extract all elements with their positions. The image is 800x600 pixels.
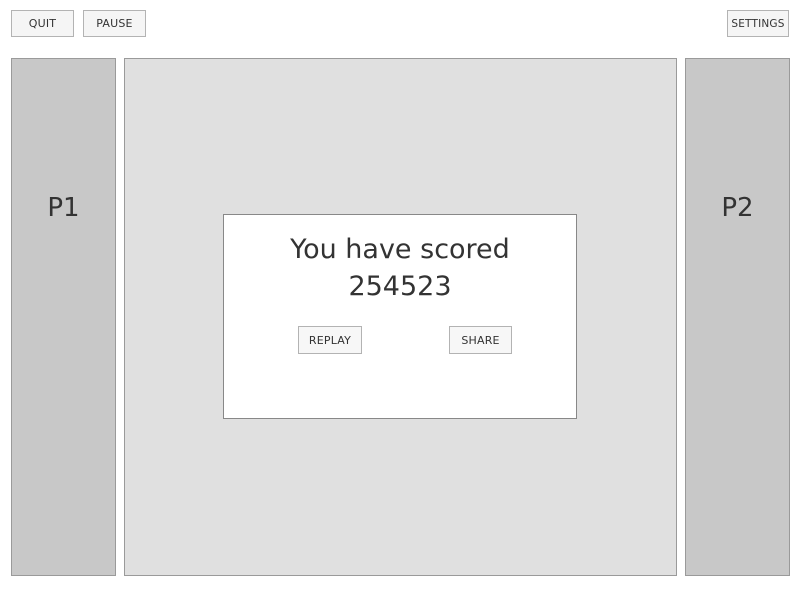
game-screen: QUIT PAUSE SETTINGS P1 P2 You have score… [0,0,800,600]
player-2-label: P2 [721,193,754,223]
replay-button[interactable]: REPLAY [298,326,362,354]
share-button[interactable]: SHARE [449,326,512,354]
player-1-panel: P1 [11,58,116,576]
pause-button[interactable]: PAUSE [83,10,146,37]
settings-button[interactable]: SETTINGS [727,10,789,37]
score-dialog-title: You have scored [290,234,510,265]
score-dialog: You have scored 254523 REPLAY SHARE [223,214,577,419]
score-value: 254523 [348,271,452,302]
player-1-label: P1 [47,193,80,223]
player-2-panel: P2 [685,58,790,576]
quit-button[interactable]: QUIT [11,10,74,37]
